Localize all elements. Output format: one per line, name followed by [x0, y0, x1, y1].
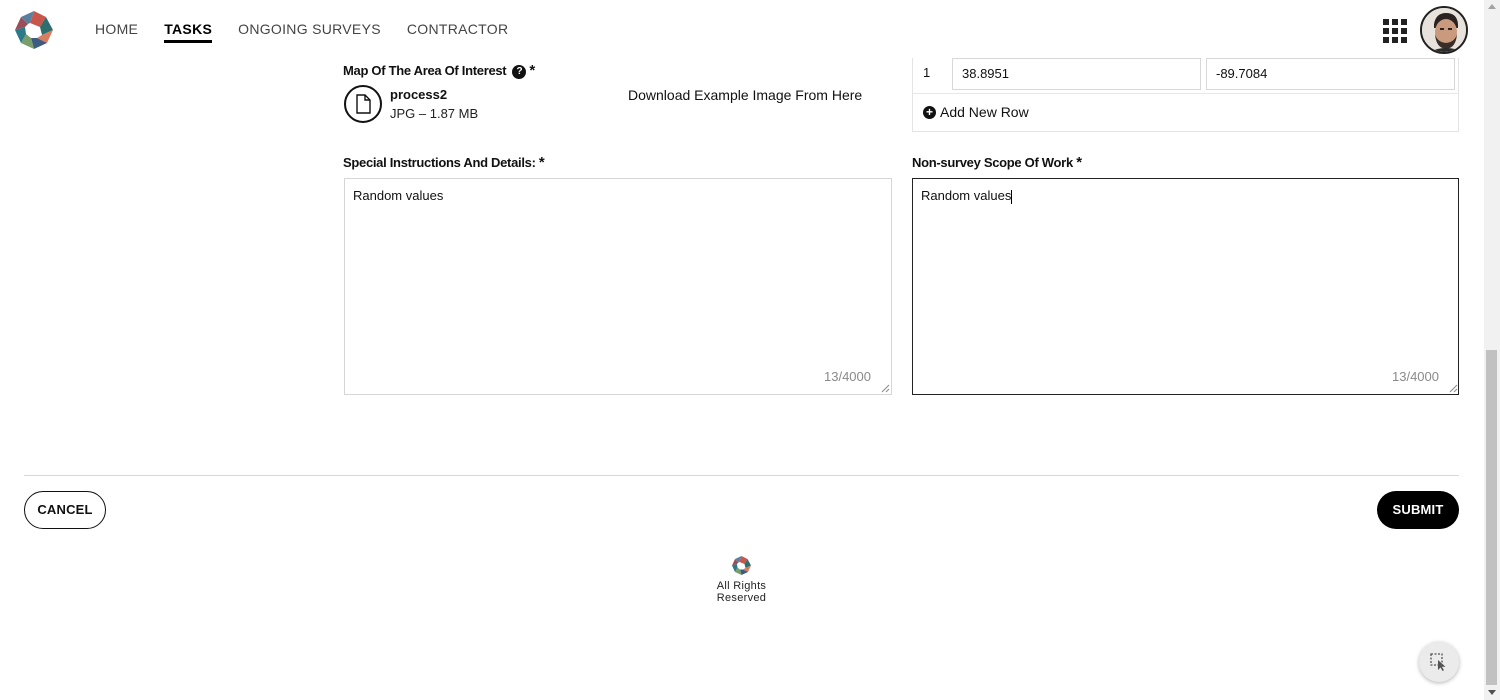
non-survey-scope-textarea[interactable]: Random values — [912, 178, 1459, 395]
scrollbar-thumb[interactable] — [1486, 350, 1497, 685]
resize-handle-icon[interactable] — [881, 384, 890, 393]
map-area-label: Map Of The Area Of Interest — [343, 63, 507, 78]
required-mark: * — [529, 62, 535, 79]
add-new-row-button[interactable]: + Add New Row — [923, 104, 1029, 120]
non-survey-scope-counter: 13/4000 — [1392, 369, 1439, 384]
selection-tool-button[interactable] — [1419, 642, 1459, 682]
apps-grid-icon[interactable] — [1383, 19, 1407, 43]
longitude-input[interactable]: -89.7084 — [1206, 58, 1455, 90]
non-survey-scope-label: Non-survey Scope Of Work — [912, 155, 1073, 170]
scroll-down-arrow-icon[interactable] — [1488, 690, 1496, 695]
section-divider — [24, 475, 1459, 476]
required-mark: * — [1076, 154, 1082, 171]
app-logo[interactable] — [13, 9, 55, 51]
nav-contractor[interactable]: CONTRACTOR — [407, 0, 509, 58]
nav-ongoing-surveys[interactable]: ONGOING SURVEYS — [238, 0, 381, 58]
special-instructions-label: Special Instructions And Details: — [343, 155, 536, 170]
question-circle-icon[interactable]: ? — [512, 64, 527, 79]
special-instructions-label-row: Special Instructions And Details: * — [343, 154, 545, 171]
special-instructions-textarea[interactable]: Random values — [344, 178, 892, 395]
plus-circle-icon: + — [923, 105, 936, 119]
row-index: 1 — [923, 65, 931, 80]
cursor-select-icon — [1430, 653, 1446, 671]
required-mark: * — [538, 154, 545, 171]
non-survey-scope-label-row: Non-survey Scope Of Work * — [912, 154, 1082, 171]
map-area-label-row: Map Of The Area Of Interest? * — [343, 62, 535, 79]
top-header: HOME TASKS ONGOING SURVEYS CONTRACTOR — [0, 0, 1484, 58]
latitude-input[interactable]: 38.8951 — [952, 58, 1201, 90]
scroll-up-arrow-icon[interactable] — [1488, 4, 1496, 9]
cancel-button[interactable]: CANCEL — [24, 491, 106, 529]
special-instructions-counter: 13/4000 — [824, 369, 871, 384]
text-cursor — [1011, 189, 1013, 204]
non-survey-scope-value: Random values — [921, 188, 1012, 203]
footer-copyright: All Rights Reserved — [716, 580, 767, 604]
nav-home[interactable]: HOME — [95, 0, 138, 58]
file-name: process2 — [390, 87, 448, 102]
file-meta: JPG – 1.87 MB — [390, 106, 479, 121]
resize-handle-icon[interactable] — [1449, 384, 1458, 393]
submit-button[interactable]: SUBMIT — [1377, 491, 1459, 529]
download-example-link[interactable]: Download Example Image From Here — [628, 87, 862, 103]
table-divider — [913, 93, 1458, 94]
footer-logo — [732, 556, 751, 575]
file-icon — [344, 85, 382, 123]
nav-tasks[interactable]: TASKS — [164, 0, 213, 58]
main-nav: HOME TASKS ONGOING SURVEYS CONTRACTOR — [95, 0, 534, 58]
user-avatar[interactable] — [1420, 6, 1468, 54]
add-new-row-label: Add New Row — [940, 104, 1029, 120]
